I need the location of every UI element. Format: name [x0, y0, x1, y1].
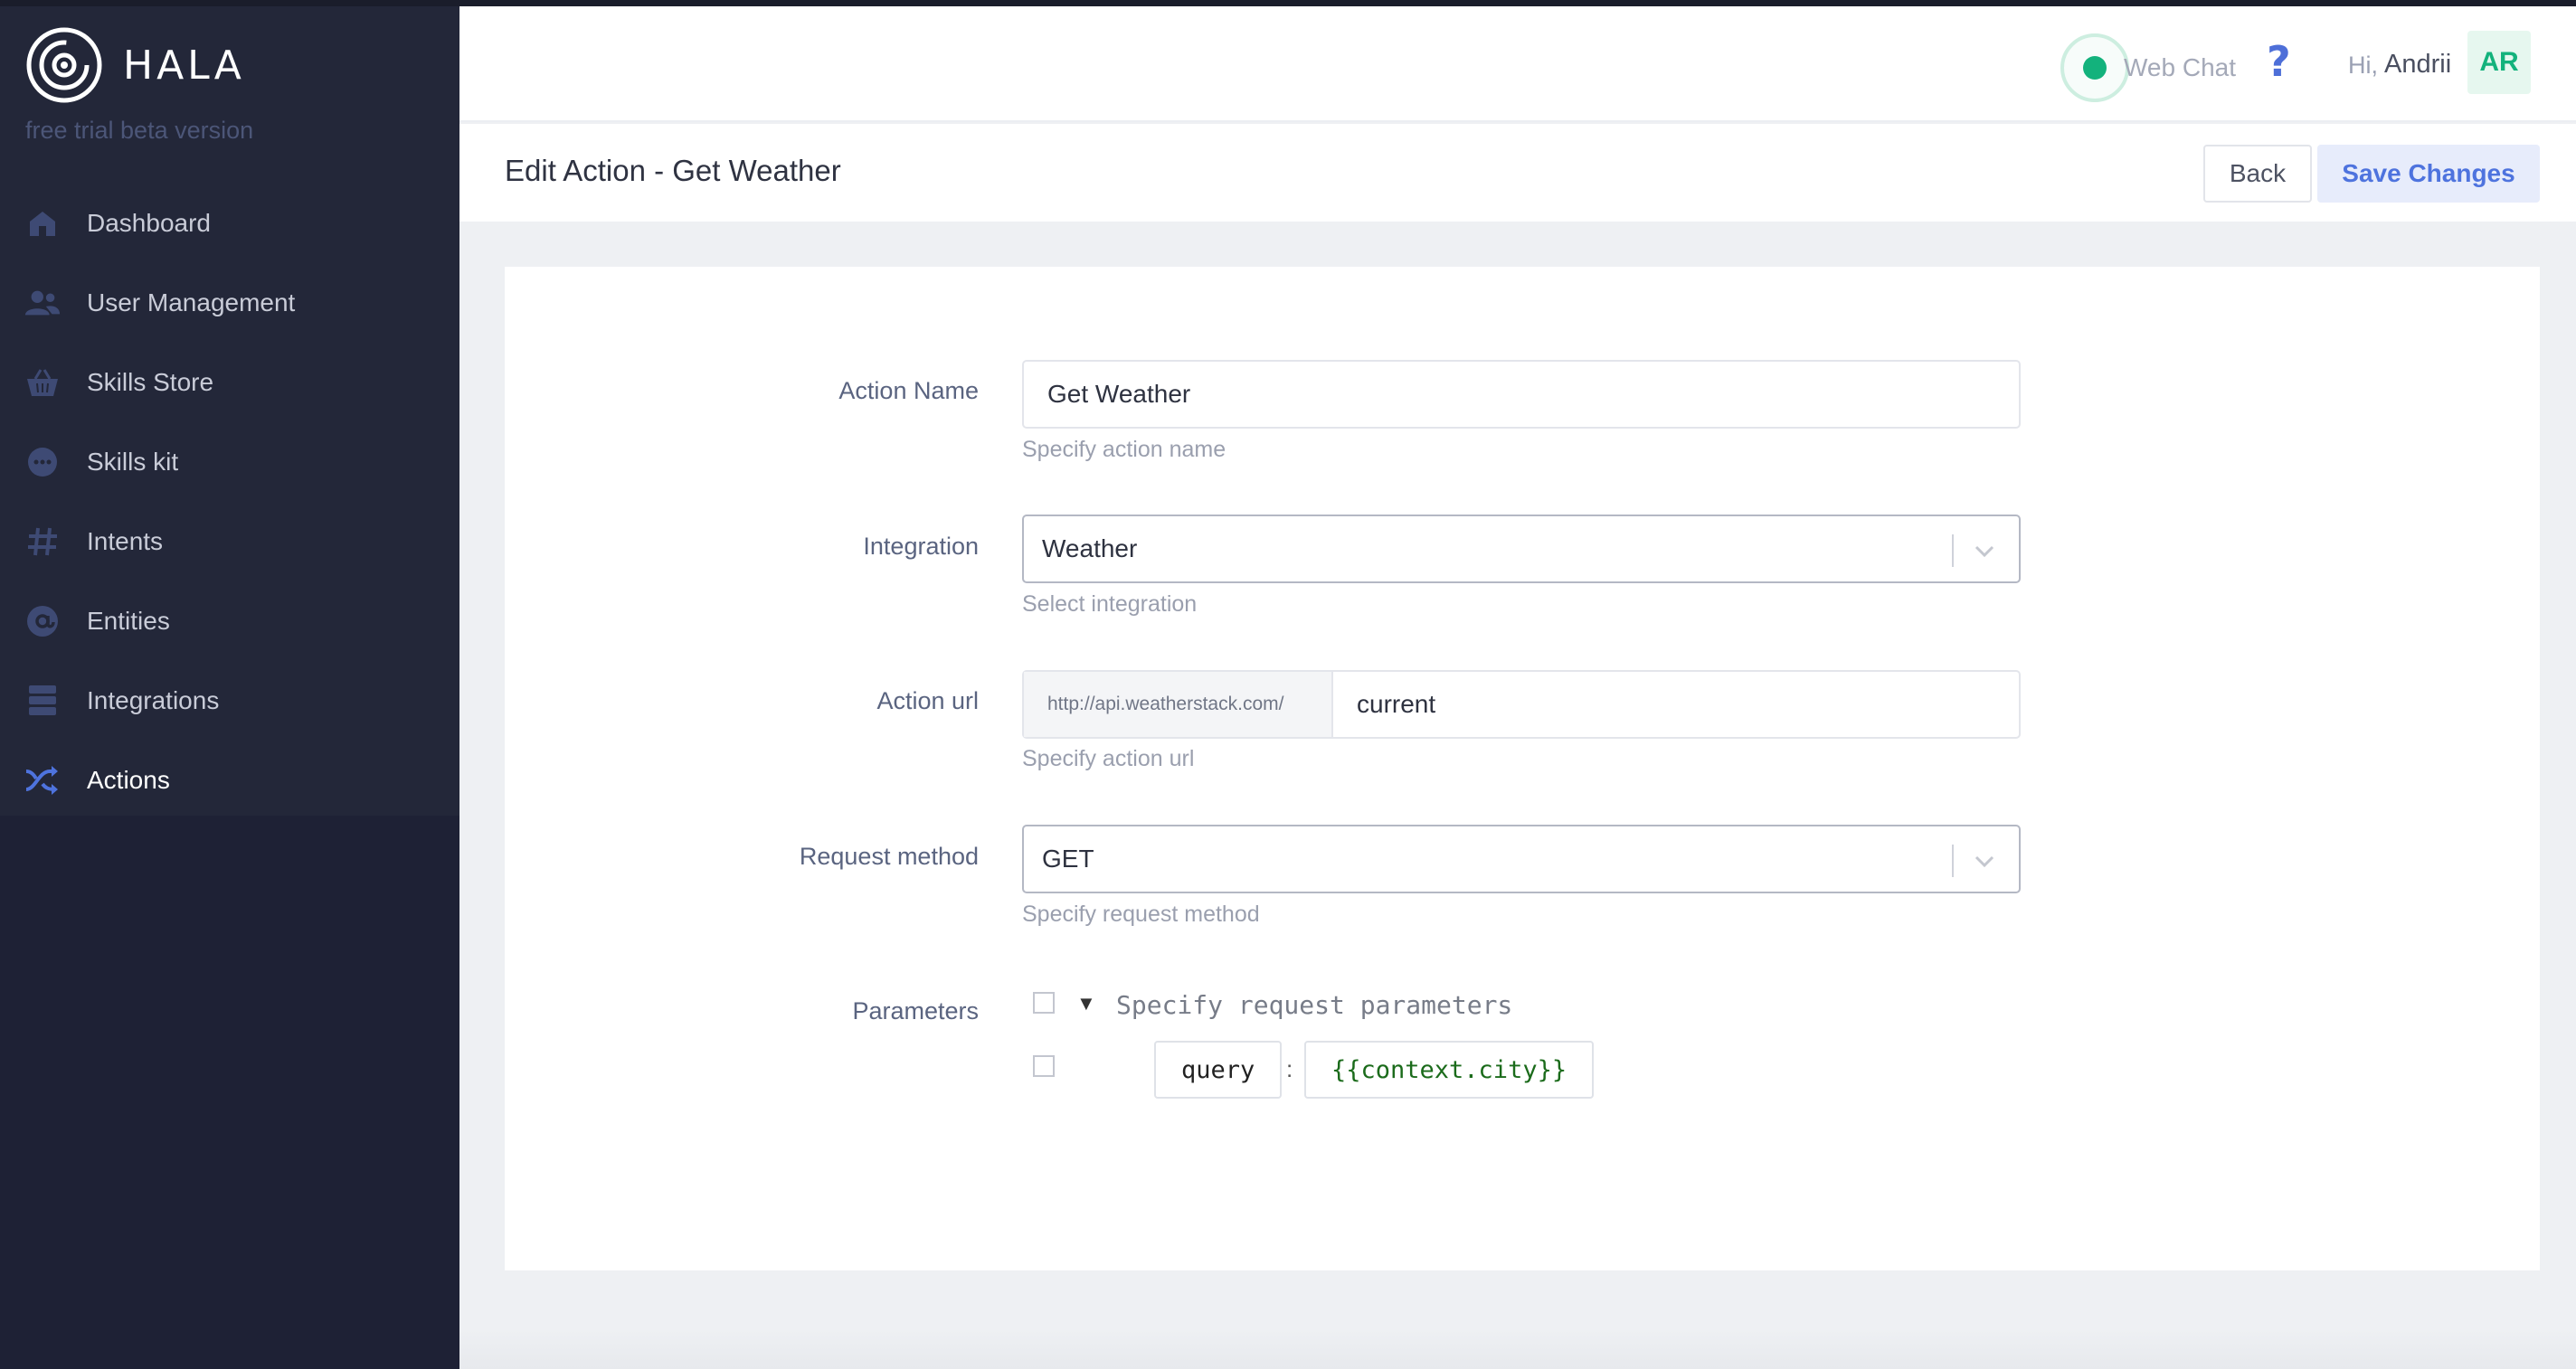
web-chat-toggle[interactable]: Web Chat — [2060, 32, 2236, 104]
sidebar-item-intents[interactable]: Intents — [0, 502, 459, 581]
sidebar-item-skills-kit[interactable]: Skills kit — [0, 422, 459, 502]
users-icon — [24, 284, 62, 322]
home-icon — [24, 204, 62, 242]
sidebar-nav: Dashboard User Management Skills Store S… — [0, 184, 459, 820]
shuffle-icon — [24, 761, 62, 799]
json-row-checkbox[interactable] — [1033, 1055, 1055, 1077]
sidebar-item-label: Skills kit — [87, 448, 179, 476]
sidebar-item-label: Actions — [87, 766, 170, 794]
app-name: HALA — [123, 42, 245, 89]
chevron-down-icon[interactable] — [1972, 538, 1997, 563]
app-logo[interactable]: HALA — [25, 26, 245, 104]
sidebar-item-entities[interactable]: Entities — [0, 581, 459, 661]
sidebar-item-label: Integrations — [87, 686, 220, 714]
select-separator — [1952, 845, 1954, 877]
greeting-text: Hi, — [2348, 52, 2378, 79]
sidebar-item-skills-store[interactable]: Skills Store — [0, 343, 459, 422]
chevron-down-icon[interactable] — [1972, 848, 1997, 873]
page-bottom-fade — [459, 1329, 2576, 1369]
parameter-key-field[interactable]: query — [1154, 1041, 1283, 1099]
parameter-separator: : — [1286, 1055, 1293, 1082]
integration-label: Integration — [863, 533, 979, 560]
help-icon[interactable]: ? — [2267, 37, 2291, 86]
sidebar-item-user-management[interactable]: User Management — [0, 263, 459, 343]
action-name-help: Specify action name — [1022, 437, 1226, 462]
sidebar-item-actions[interactable]: Actions — [0, 741, 459, 820]
page-title: Edit Action - Get Weather — [505, 154, 841, 187]
back-button[interactable]: Back — [2203, 145, 2312, 203]
action-url-help: Specify action url — [1022, 746, 1195, 771]
avatar[interactable]: AR — [2467, 31, 2531, 94]
at-icon — [24, 602, 62, 640]
parameter-value-field[interactable]: {{context.city}} — [1304, 1041, 1595, 1099]
save-changes-button[interactable]: Save Changes — [2317, 145, 2540, 203]
sidebar-item-label: Skills Store — [87, 368, 214, 396]
request-method-label: Request method — [799, 843, 979, 870]
request-method-help: Specify request method — [1022, 902, 1260, 927]
collapse-triangle-icon[interactable]: ▼ — [1076, 992, 1096, 1015]
request-method-select[interactable]: GET — [1022, 825, 2021, 893]
action-name-input[interactable]: Get Weather — [1022, 360, 2021, 429]
action-url-prefix: http://api.weatherstack.com/ — [1024, 672, 1333, 737]
request-method-value: GET — [1042, 845, 1094, 873]
window-top-strip — [0, 0, 2576, 6]
sidebar-item-label: Entities — [87, 607, 170, 635]
action-url-input[interactable]: current — [1333, 690, 1435, 719]
page-title-bar: Edit Action - Get Weather Back Save Chan… — [459, 124, 2576, 222]
action-url-group: http://api.weatherstack.com/ current — [1022, 670, 2021, 739]
server-icon — [24, 682, 62, 720]
sidebar-item-label: Intents — [87, 527, 164, 555]
sidebar: HALA free trial beta version Dashboard U… — [0, 6, 459, 1369]
user-name[interactable]: Andrii — [2384, 50, 2451, 80]
chat-bubble-icon — [24, 443, 62, 481]
app-subtitle: free trial beta version — [25, 117, 254, 144]
sidebar-item-label: User Management — [87, 288, 296, 316]
integration-value: Weather — [1042, 534, 1138, 562]
integration-select[interactable]: Weather — [1022, 515, 2021, 583]
parameters-editor-header: Specify request parameters — [1116, 990, 1513, 1020]
json-row-checkbox[interactable] — [1033, 992, 1055, 1014]
status-dot-icon — [2060, 33, 2129, 102]
web-chat-label: Web Chat — [2124, 53, 2236, 81]
action-name-value: Get Weather — [1047, 380, 1191, 408]
top-header: Web Chat ? Hi, Andrii AR — [459, 6, 2576, 122]
basket-icon — [24, 363, 62, 401]
select-separator — [1952, 534, 1954, 567]
sidebar-item-dashboard[interactable]: Dashboard — [0, 184, 459, 263]
action-url-label: Action url — [876, 687, 979, 714]
hala-logo-icon — [26, 27, 102, 103]
edit-action-form: Action Name Get Weather Specify action n… — [505, 267, 2540, 1270]
sidebar-item-integrations[interactable]: Integrations — [0, 661, 459, 741]
integration-help: Select integration — [1022, 591, 1198, 617]
hash-icon — [24, 523, 62, 561]
action-name-label: Action Name — [838, 377, 979, 404]
sidebar-item-label: Dashboard — [87, 209, 211, 237]
parameters-label: Parameters — [852, 997, 979, 1024]
